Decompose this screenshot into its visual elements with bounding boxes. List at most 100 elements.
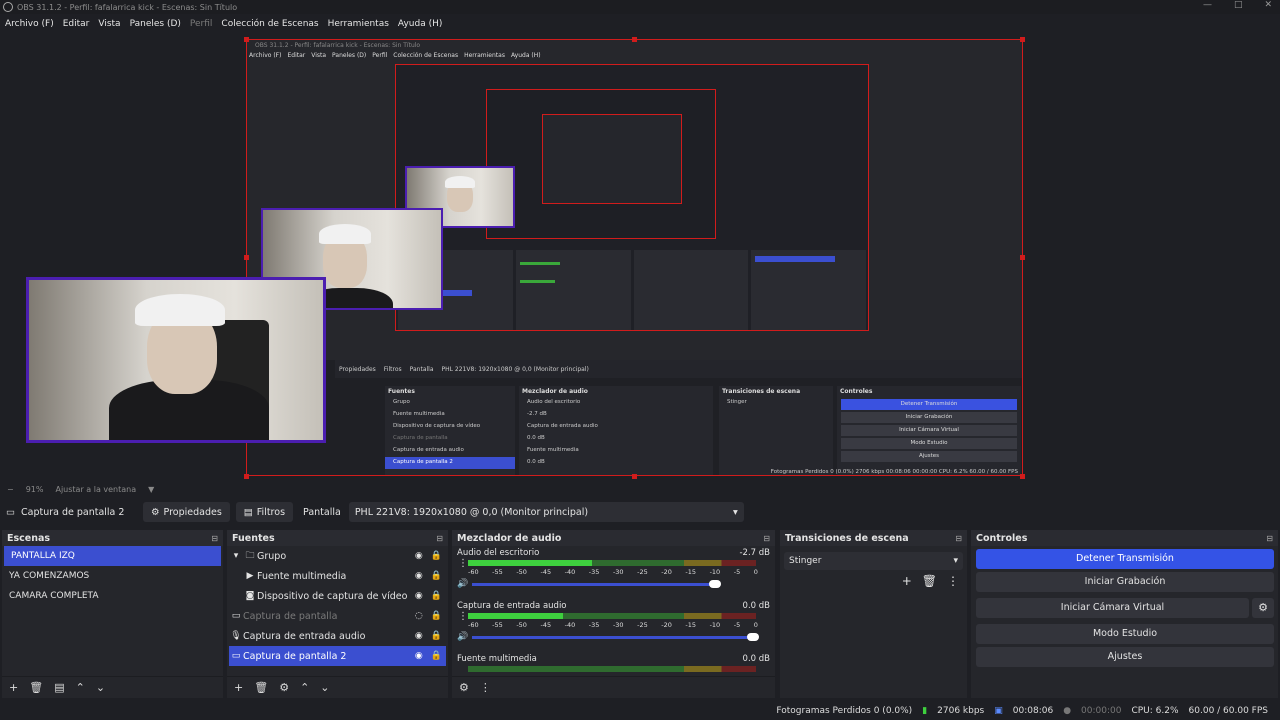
speaker-icon[interactable]: 🔊 <box>457 632 468 642</box>
scale-tick: -50 <box>516 621 527 629</box>
eye-icon[interactable]: ◉ <box>415 591 423 601</box>
filters-button[interactable]: ▤ Filtros <box>235 502 294 522</box>
chevron-down-icon: ▾ <box>953 556 958 566</box>
nested-mixer-title: Mezclador de audio <box>522 388 588 395</box>
source-row-captura-audio[interactable]: 🎙 Captura de entrada audio ◉ 🔒 <box>229 626 446 646</box>
move-down-icon[interactable]: ⌄ <box>96 681 105 694</box>
menu-ayuda[interactable]: Ayuda (H) <box>398 19 442 29</box>
eye-icon[interactable]: ◉ <box>415 651 423 661</box>
scene-item[interactable]: CAMARA COMPLETA <box>2 586 223 606</box>
virtual-camera-settings-icon[interactable]: ⚙ <box>1252 598 1274 618</box>
stop-stream-button[interactable]: Detener Transmisión <box>976 549 1274 569</box>
start-virtual-camera-button[interactable]: Iniciar Cámara Virtual <box>976 598 1249 618</box>
display-select[interactable]: PHL 221V8: 1920x1080 @ 0,0 (Monitor prin… <box>348 502 744 522</box>
stream-icon: ▣ <box>994 705 1003 716</box>
studio-mode-button[interactable]: Modo Estudio <box>976 624 1274 644</box>
nested-filters-label: Filtros <box>383 365 402 373</box>
sources-toolbar: + 🗑 ⚙ ⌃ ⌄ <box>227 676 448 698</box>
close-icon[interactable]: ✕ <box>1264 0 1272 10</box>
source-row-captura-pantalla-2[interactable]: ▭ Captura de pantalla 2 ◉ 🔒 <box>229 646 446 666</box>
lock-icon[interactable]: 🔒 <box>431 591 442 601</box>
source-row-grupo[interactable]: ▾ 🗀 Grupo ◉ 🔒 <box>229 546 446 566</box>
chevron-down-icon[interactable]: ▾ <box>229 551 243 561</box>
lock-icon[interactable]: 🔒 <box>431 631 442 641</box>
bitrate: 2706 kbps <box>937 705 985 716</box>
lock-icon[interactable]: 🔒 <box>431 651 442 661</box>
volume-slider-handle[interactable] <box>709 579 721 588</box>
move-down-icon[interactable]: ⌄ <box>320 681 329 694</box>
mixer-settings-icon[interactable]: ⚙ <box>459 681 469 694</box>
source-row-captura-pantalla[interactable]: ▭ Captura de pantalla ◌ 🔒 <box>229 606 446 626</box>
menu-paneles[interactable]: Paneles (D) <box>130 19 181 29</box>
source-label: Grupo <box>257 550 287 562</box>
program-preview[interactable]: OBS 31.1.2 - Perfil: fafalarrica kick - … <box>246 39 1023 476</box>
eye-hidden-icon[interactable]: ◌ <box>415 611 423 621</box>
scenes-header: Escenas ⊟ <box>2 530 223 546</box>
properties-button[interactable]: ⚙ Propiedades <box>143 502 230 522</box>
move-up-icon[interactable]: ⌃ <box>300 681 309 694</box>
webcam-overlay[interactable] <box>26 277 326 443</box>
nested-control-button: Ajustes <box>841 451 1017 462</box>
volume-slider[interactable] <box>472 579 721 588</box>
more-options-icon[interactable]: ⋮ <box>947 574 959 588</box>
nested-control-button: Iniciar Grabación <box>841 412 1017 423</box>
eye-icon[interactable]: ◉ <box>415 571 423 581</box>
nested-source-row: Captura de pantalla <box>393 435 448 441</box>
lock-icon[interactable]: 🔒 <box>431 551 442 561</box>
undock-icon[interactable]: ⊟ <box>763 534 770 543</box>
record-icon: ● <box>1063 705 1072 716</box>
undock-icon[interactable]: ⊟ <box>436 534 443 543</box>
source-row-dispositivo-captura[interactable]: ◙ Dispositivo de captura de vídeo ◉ 🔒 <box>229 586 446 606</box>
zoom-bar: − 91% Ajustar a la ventana ▼ <box>0 481 1280 498</box>
menu-coleccion-escenas[interactable]: Colección de Escenas <box>221 19 318 29</box>
add-icon[interactable]: + <box>902 574 912 588</box>
eye-icon[interactable]: ◉ <box>415 551 423 561</box>
volume-slider[interactable] <box>472 632 759 641</box>
controls-dock: Controles ⊟ Detener Transmisión Iniciar … <box>971 530 1278 698</box>
undock-icon[interactable]: ⊟ <box>1266 534 1273 543</box>
eye-icon[interactable]: ◉ <box>415 631 423 641</box>
source-toolbar: ▭ Captura de pantalla 2 ⚙ Propiedades ▤ … <box>0 501 1280 523</box>
scene-item[interactable]: PANTALLA IZQ <box>4 546 221 566</box>
mixer-channel: Audio del escritorio -2.7 dB -60 -55 -50 -45-… <box>452 546 775 599</box>
zoom-fit-label[interactable]: Ajustar a la ventana <box>55 485 136 494</box>
menu-perfil[interactable]: Perfil <box>190 19 213 29</box>
transition-select[interactable]: Stinger ▾ <box>784 552 963 570</box>
speaker-icon[interactable]: 🔊 <box>457 579 468 589</box>
add-icon[interactable]: + <box>9 681 18 694</box>
undock-icon[interactable]: ⊟ <box>211 534 218 543</box>
gear-icon[interactable]: ⚙ <box>279 681 289 694</box>
zoom-out-icon[interactable]: − <box>7 485 14 494</box>
add-icon[interactable]: + <box>234 681 243 694</box>
nested-menu-item: Ayuda (H) <box>510 52 541 59</box>
scene-item[interactable]: YA COMENZAMOS <box>2 566 223 586</box>
menu-archivo[interactable]: Archivo (F) <box>5 19 54 29</box>
minimize-icon[interactable]: — <box>1203 0 1212 10</box>
nested-source-row: Captura de entrada audio <box>393 447 464 453</box>
maximize-icon[interactable]: □ <box>1234 0 1243 10</box>
settings-button[interactable]: Ajustes <box>976 647 1274 667</box>
menu-editar[interactable]: Editar <box>63 19 90 29</box>
source-row-fuente-multimedia[interactable]: ▶ Fuente multimedia ◉ 🔒 <box>229 566 446 586</box>
trash-icon[interactable]: 🗑 <box>254 681 268 694</box>
move-up-icon[interactable]: ⌃ <box>76 681 85 694</box>
menu-herramientas[interactable]: Herramientas <box>328 19 389 29</box>
zoom-dropdown-icon[interactable]: ▼ <box>148 485 154 494</box>
scale-tick: -20 <box>661 568 672 576</box>
more-options-icon[interactable]: ⋮ <box>480 681 491 694</box>
lock-icon[interactable]: 🔒 <box>431 611 442 621</box>
lock-icon[interactable]: 🔒 <box>431 571 442 581</box>
channel-options-icon[interactable]: ⋮ <box>458 558 468 569</box>
volume-slider-handle[interactable] <box>747 632 759 641</box>
filter-icon[interactable]: ▤ <box>54 681 64 694</box>
menu-vista[interactable]: Vista <box>98 19 120 29</box>
undock-icon[interactable]: ⊟ <box>955 534 962 543</box>
scenes-dock: Escenas ⊟ PANTALLA IZQ YA COMENZAMOS CAM… <box>2 530 223 698</box>
scale-tick: -40 <box>564 568 576 576</box>
scenes-toolbar: + 🗑 ▤ ⌃ ⌄ <box>2 676 223 698</box>
trash-icon[interactable]: 🗑 <box>29 681 43 694</box>
channel-options-icon[interactable]: ⋮ <box>458 611 468 622</box>
preview-area[interactable]: OBS 31.1.2 - Perfil: fafalarrica kick - … <box>0 33 1280 481</box>
trash-icon[interactable]: 🗑 <box>922 574 937 588</box>
start-recording-button[interactable]: Iniciar Grabación <box>976 572 1274 592</box>
